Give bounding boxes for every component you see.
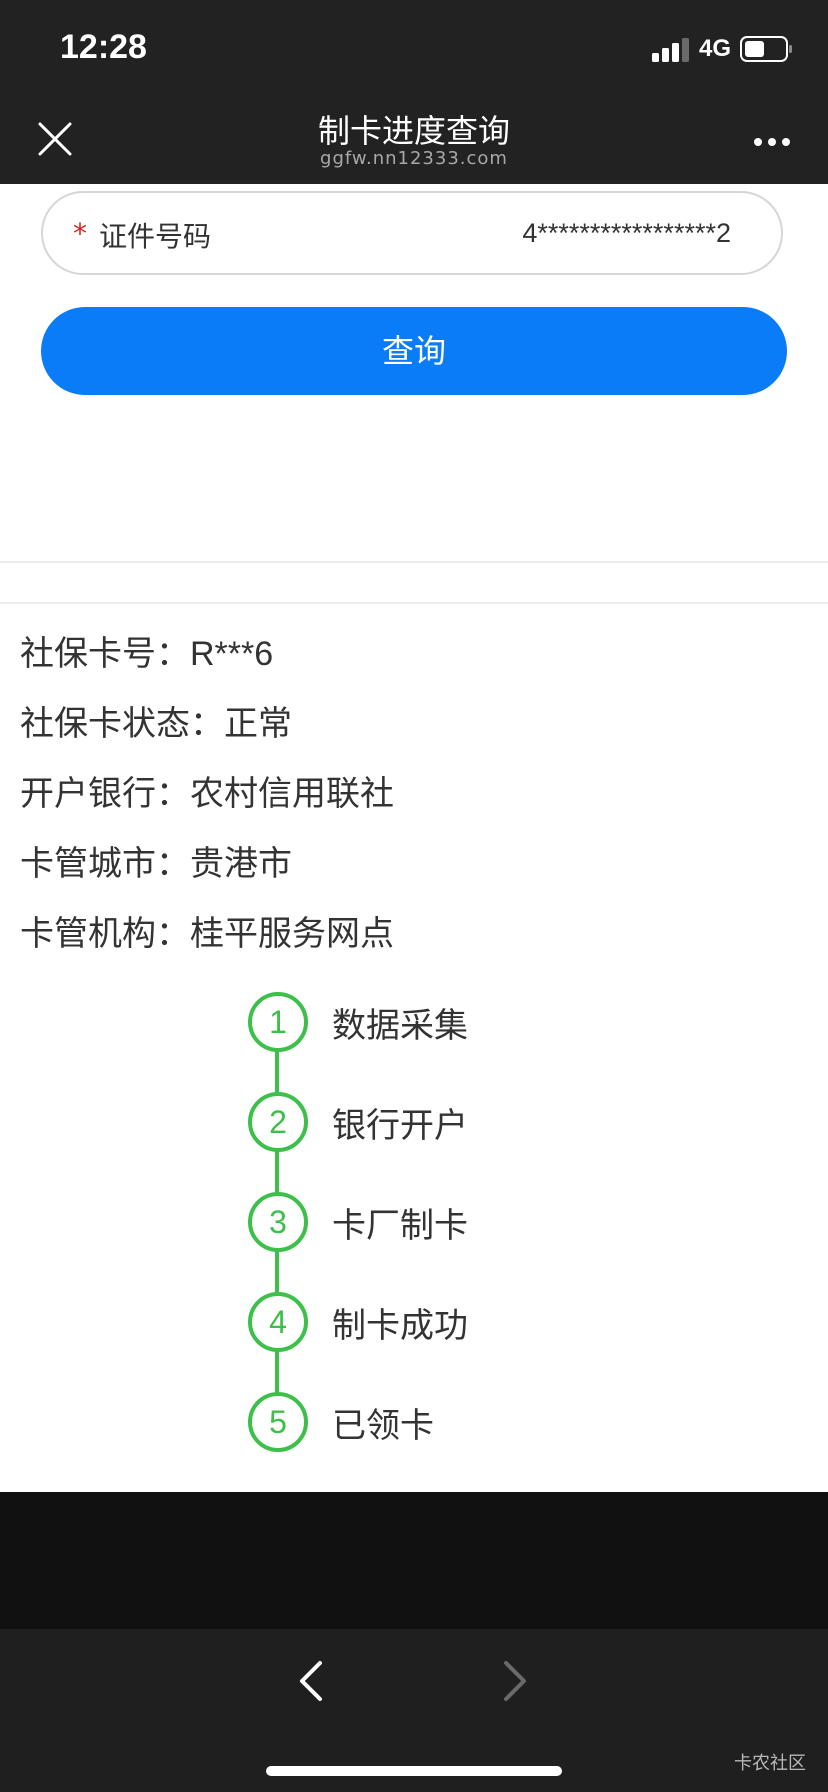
step-label: 卡厂制卡 (332, 1206, 468, 1246)
page-title: 制卡进度查询 (317, 112, 510, 150)
page-url: ggfw.nn12333.com (320, 148, 508, 169)
info-row-agency: 卡管机构：桂平服务网点 (20, 906, 394, 955)
watermark-text: 卡农社区 (734, 1753, 806, 1774)
network-type: 4G (699, 35, 732, 62)
more-icon[interactable] (752, 136, 792, 148)
info-value: 贵港市 (190, 844, 292, 884)
step-label: 银行开户 (332, 1106, 468, 1146)
info-label: 卡管机构： (20, 914, 190, 954)
info-row-city: 卡管城市：贵港市 (20, 836, 292, 885)
info-value: 桂平服务网点 (190, 914, 394, 954)
id-number-field[interactable]: * 证件号码 4*****************2 (41, 191, 783, 275)
info-label: 卡管城市： (20, 844, 190, 884)
required-mark: * (73, 217, 87, 250)
info-label: 开户银行： (20, 774, 190, 814)
battery-icon (740, 36, 792, 62)
divider (0, 561, 828, 563)
step-number-circle: 2 (248, 1092, 308, 1152)
forward-icon[interactable] (500, 1659, 530, 1703)
back-icon[interactable] (296, 1659, 326, 1703)
step-number-circle: 4 (248, 1292, 308, 1352)
info-row-card-status: 社保卡状态：正常 (20, 696, 292, 745)
home-indicator[interactable] (266, 1766, 562, 1776)
info-value: 农村信用联社 (190, 774, 394, 814)
info-label: 社保卡号： (20, 634, 190, 674)
page-bottom-overscroll (0, 1492, 828, 1629)
nav-bar: 制卡进度查询 ggfw.nn12333.com (0, 92, 828, 184)
step-label: 已领卡 (332, 1406, 434, 1446)
step-number-circle: 1 (248, 992, 308, 1052)
info-row-card-number: 社保卡号：R***6 (20, 626, 273, 675)
step-number-circle: 5 (248, 1392, 308, 1452)
divider (0, 602, 828, 604)
status-time: 12:28 (60, 28, 147, 66)
signal-bars-icon (652, 38, 689, 62)
browser-toolbar: 卡农社区 (0, 1629, 828, 1792)
step-number-circle: 3 (248, 1192, 308, 1252)
step-label: 制卡成功 (332, 1306, 468, 1346)
id-number-label: 证件号码 (99, 220, 212, 253)
query-button[interactable]: 查询 (41, 307, 787, 395)
status-bar: 12:28 4G (0, 0, 828, 92)
step-label: 数据采集 (332, 1006, 468, 1046)
info-label: 社保卡状态： (20, 704, 224, 744)
id-number-value[interactable]: 4*****************2 (522, 218, 731, 249)
info-value: R***6 (190, 635, 274, 673)
info-row-bank: 开户银行：农村信用联社 (20, 766, 394, 815)
info-value: 正常 (224, 704, 292, 744)
